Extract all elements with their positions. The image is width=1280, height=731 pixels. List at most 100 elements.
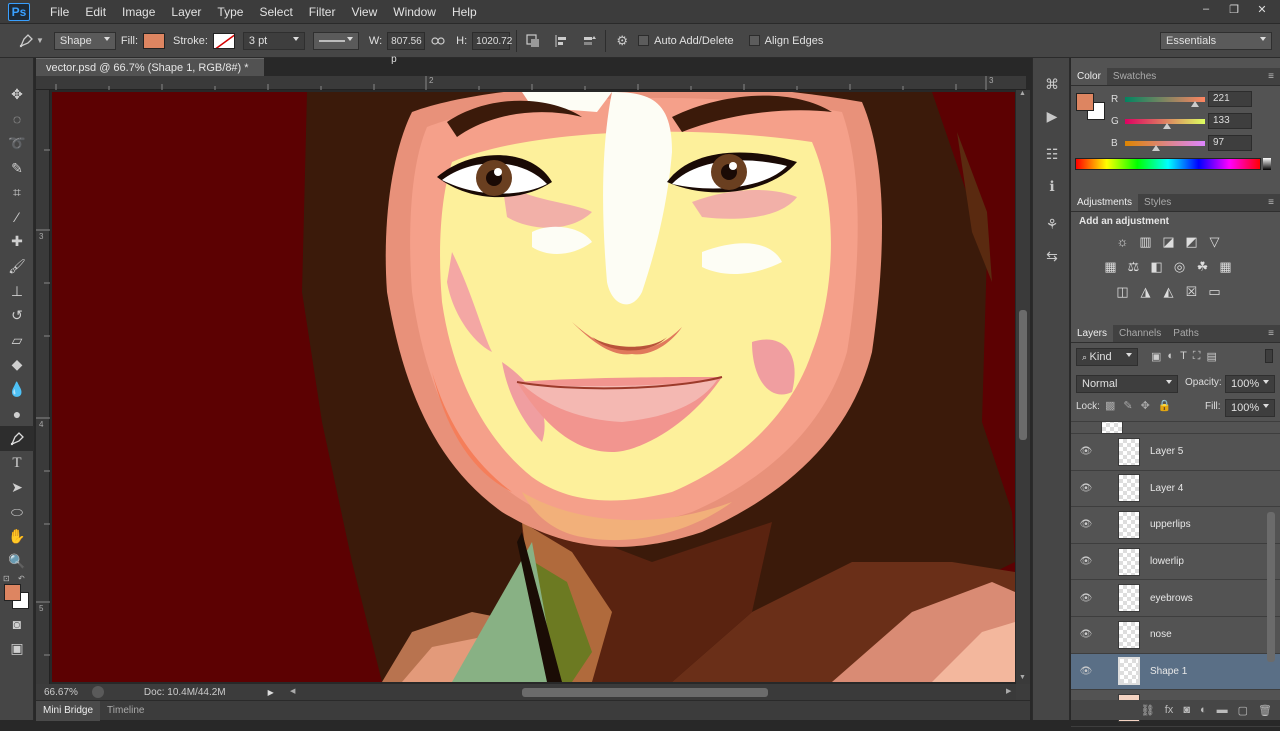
type-filter-icon[interactable]: T [1180, 350, 1187, 363]
foreground-color-swatch[interactable] [4, 583, 21, 601]
zoom-tool-icon[interactable]: 🔍 [0, 549, 34, 574]
eyedropper-tool-icon[interactable]: ⁄ [0, 205, 34, 230]
scroll-right-icon[interactable]: ▶ [1006, 687, 1011, 695]
document-canvas[interactable] [52, 92, 1015, 682]
default-colors-icon[interactable]: ⊡ [3, 574, 10, 583]
pen-tool-icon[interactable] [0, 426, 34, 451]
channel-mixer-icon[interactable]: ☘ [1191, 255, 1214, 278]
pixel-filter-icon[interactable]: ▣ [1151, 350, 1161, 363]
tab-mini-bridge[interactable]: Mini Bridge [36, 700, 101, 721]
vertical-scroll-thumb[interactable] [1019, 310, 1027, 440]
stroke-type-select[interactable] [312, 31, 359, 50]
posterize-icon[interactable]: ◮ [1134, 280, 1157, 303]
align-edges-checkbox[interactable] [748, 35, 760, 46]
quick-mask-icon[interactable]: ◙ [0, 612, 34, 637]
layer-row[interactable]: 👁 eyebrows [1071, 580, 1280, 617]
photo-filter-icon[interactable]: ◎ [1168, 255, 1191, 278]
menu-layer[interactable]: Layer [163, 0, 209, 24]
minimize-button[interactable]: – [1192, 0, 1220, 18]
panel-menu-icon[interactable]: ≡ [1268, 71, 1274, 82]
workspace-select[interactable]: Essentials [1160, 31, 1272, 50]
threshold-icon[interactable]: ◭ [1157, 280, 1180, 303]
visibility-eye-icon[interactable]: 👁 [1071, 446, 1101, 457]
delete-layer-icon[interactable]: 🗑 [1258, 704, 1272, 717]
history-icon[interactable]: ⌘ [1033, 68, 1071, 100]
menu-file[interactable]: File [42, 0, 77, 24]
lock-pixels-icon[interactable]: ✎ [1123, 399, 1132, 412]
ellipse-tool-icon[interactable]: ⬭ [0, 500, 34, 525]
move-tool-icon[interactable]: ✥ [0, 82, 34, 107]
screen-mode-icon[interactable]: ▣ [0, 636, 34, 661]
blue-slider[interactable] [1125, 140, 1205, 151]
horizontal-scrollbar[interactable]: ◀ ▶ [290, 684, 1016, 700]
type-tool-icon[interactable]: T [0, 451, 34, 476]
black-white-icon[interactable]: ◧ [1145, 255, 1168, 278]
black-white-ramp[interactable] [1263, 158, 1271, 170]
visibility-eye-icon[interactable]: 👁 [1071, 483, 1101, 494]
color-lookup-icon[interactable]: ▦ [1214, 255, 1237, 278]
new-adjustment-layer-icon[interactable]: ◐ [1200, 704, 1207, 716]
selective-color-icon[interactable]: ☒ [1180, 280, 1203, 303]
history-brush-tool-icon[interactable]: ↺ [0, 303, 34, 328]
menu-type[interactable]: Type [209, 0, 251, 24]
red-slider-knob[interactable] [1191, 100, 1199, 107]
height-field[interactable]: 1020.72 [472, 31, 512, 50]
panel-menu-icon[interactable]: ≡ [1268, 328, 1274, 339]
red-slider[interactable] [1125, 96, 1205, 107]
dodge-tool-icon[interactable]: ● [0, 402, 34, 427]
visibility-eye-icon[interactable]: 👁 [1071, 593, 1101, 604]
blue-slider-knob[interactable] [1152, 144, 1160, 151]
brightness-contrast-icon[interactable]: ☼ [1111, 230, 1134, 253]
brush-tool-icon[interactable]: 🖌 [0, 254, 34, 279]
quick-select-tool-icon[interactable]: ✎ [0, 156, 34, 181]
properties-icon[interactable]: ☷ [1033, 138, 1071, 170]
layer-row[interactable]: 👁 Shape 1 [1071, 653, 1280, 691]
exposure-icon[interactable]: ◩ [1180, 230, 1203, 253]
link-icon[interactable] [425, 31, 451, 51]
scroll-down-icon[interactable]: ▼ [1019, 674, 1026, 681]
horizontal-scroll-thumb[interactable] [522, 688, 768, 697]
gear-icon[interactable]: ⚙ [612, 31, 632, 51]
color-balance-icon[interactable]: ⚖ [1122, 255, 1145, 278]
layer-name[interactable]: Layer 5 [1150, 446, 1183, 457]
visibility-eye-icon[interactable]: 👁 [1071, 666, 1101, 677]
lasso-tool-icon[interactable]: ➰ [0, 131, 34, 156]
lock-position-icon[interactable]: ✥ [1141, 399, 1150, 412]
layer-kind-filter[interactable]: ⌕ Kind [1076, 348, 1138, 366]
layer-row[interactable]: 👁 Layer 4 [1071, 471, 1280, 508]
menu-edit[interactable]: Edit [77, 0, 114, 24]
layer-row[interactable]: 👁 lowerlip [1071, 544, 1280, 581]
menu-window[interactable]: Window [385, 0, 444, 24]
layer-row[interactable]: 👁 Layer 5 [1071, 434, 1280, 471]
green-slider[interactable] [1125, 118, 1205, 129]
swap-colors-icon[interactable]: ↶ [18, 574, 25, 583]
layer-name[interactable]: Layer 4 [1150, 483, 1183, 494]
close-window-button[interactable]: ✕ [1248, 0, 1276, 18]
stroke-width-field[interactable]: 3 pt [242, 31, 305, 50]
path-arrangement-icon[interactable] [579, 31, 599, 51]
blend-mode-select[interactable]: Normal [1076, 375, 1178, 393]
eraser-tool-icon[interactable]: ▱ [0, 328, 34, 353]
filter-toggle[interactable] [1265, 349, 1273, 363]
clone-source-icon[interactable]: ⇆ [1033, 240, 1071, 272]
crop-tool-icon[interactable]: ⌗ [0, 180, 34, 205]
vibrance-icon[interactable]: ▽ [1203, 230, 1226, 253]
levels-icon[interactable]: ▥ [1134, 230, 1157, 253]
status-menu-arrow-icon[interactable]: ▶ [268, 688, 274, 697]
tab-adjustments[interactable]: Adjustments [1071, 194, 1139, 211]
lock-all-icon[interactable]: 🔒 [1158, 399, 1172, 412]
info-icon[interactable]: ℹ [1033, 170, 1071, 202]
layer-name[interactable]: upperlips [1150, 519, 1191, 530]
paint-bucket-tool-icon[interactable]: ◆ [0, 353, 34, 378]
invert-icon[interactable]: ◫ [1111, 280, 1134, 303]
auto-add-delete-checkbox[interactable] [638, 35, 650, 46]
actions-play-icon[interactable]: ▶ [1033, 100, 1071, 132]
clone-stamp-tool-icon[interactable]: ⊥ [0, 279, 34, 304]
tool-mode-select[interactable]: Shape [53, 31, 116, 50]
tab-timeline[interactable]: Timeline [100, 705, 151, 716]
gradient-map-icon[interactable]: ▭ [1203, 280, 1226, 303]
menu-image[interactable]: Image [114, 0, 163, 24]
tab-swatches[interactable]: Swatches [1107, 68, 1162, 85]
panel-menu-icon[interactable]: ≡ [1268, 197, 1274, 208]
marquee-tool-icon[interactable]: ◌ [0, 107, 34, 132]
